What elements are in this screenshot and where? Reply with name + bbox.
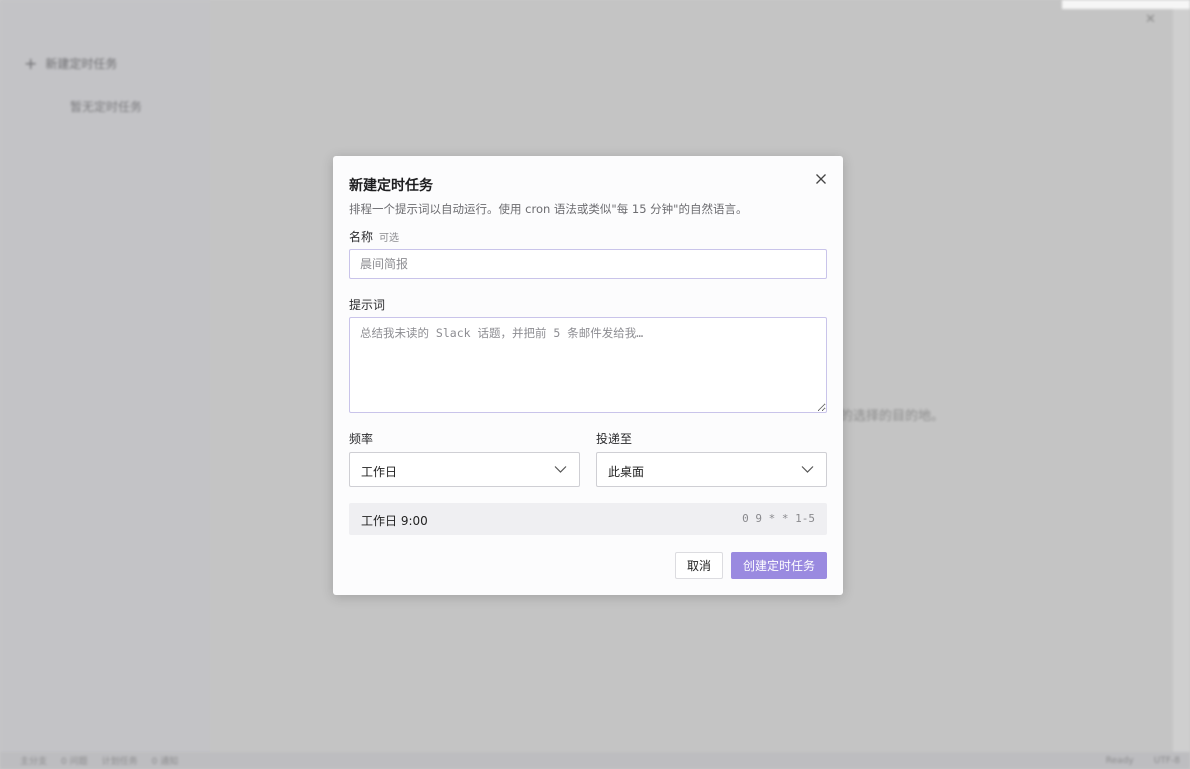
- schedule-summary: 工作日 9:00 0 9 * * 1-5: [349, 503, 827, 535]
- status-bar: 主分支 0 问题 计划任务 0 通知 Ready UTF-8: [0, 752, 1190, 769]
- status-item[interactable]: UTF-8: [1154, 756, 1180, 766]
- plus-icon: +: [24, 53, 38, 73]
- top-right-bar: [1062, 0, 1190, 9]
- deliver-select[interactable]: 此桌面: [596, 452, 827, 487]
- new-task-link[interactable]: + 新建定时任务: [24, 55, 117, 72]
- chevron-down-icon: [801, 466, 814, 473]
- new-scheduled-task-dialog: 新建定时任务 排程一个提示词以自动运行。使用 cron 语法或类似"每 15 分…: [333, 156, 843, 595]
- name-label-text: 名称: [349, 230, 374, 244]
- cron-expression: 0 9 * * 1-5: [742, 512, 815, 525]
- new-task-label: 新建定时任务: [45, 57, 118, 71]
- optional-hint: 可选: [379, 233, 400, 244]
- frequency-select[interactable]: 工作日: [349, 452, 580, 487]
- sidebar: + 新建定时任务 暂无定时任务: [0, 0, 210, 752]
- close-icon[interactable]: [813, 171, 829, 187]
- status-item[interactable]: 0 问题: [61, 754, 88, 767]
- status-item: Ready: [1105, 755, 1134, 766]
- panel-close-icon[interactable]: ✕: [1145, 12, 1156, 27]
- frequency-label: 频率: [349, 432, 374, 446]
- status-item[interactable]: 计划任务: [102, 754, 138, 767]
- frequency-value: 工作日: [361, 465, 398, 479]
- main-hint-text: 的选择的目的地。: [840, 409, 945, 424]
- name-label: 名称 可选: [349, 228, 399, 245]
- deliver-value: 此桌面: [608, 465, 645, 479]
- chevron-down-icon: [554, 466, 567, 473]
- dialog-description: 排程一个提示词以自动运行。使用 cron 语法或类似"每 15 分钟"的自然语言…: [349, 202, 748, 216]
- create-task-button[interactable]: 创建定时任务: [731, 552, 827, 579]
- status-item[interactable]: 主分支: [20, 754, 47, 767]
- schedule-text: 工作日 9:00: [361, 514, 428, 528]
- prompt-label: 提示词: [349, 298, 386, 312]
- name-input[interactable]: [349, 249, 827, 279]
- prompt-textarea[interactable]: [349, 317, 827, 413]
- dialog-title: 新建定时任务: [349, 178, 433, 194]
- status-item[interactable]: 0 通知: [152, 754, 179, 767]
- cancel-button[interactable]: 取消: [675, 552, 723, 579]
- right-strip: [1173, 0, 1190, 752]
- deliver-label: 投递至: [596, 432, 633, 446]
- empty-tasks-text: 暂无定时任务: [70, 100, 143, 114]
